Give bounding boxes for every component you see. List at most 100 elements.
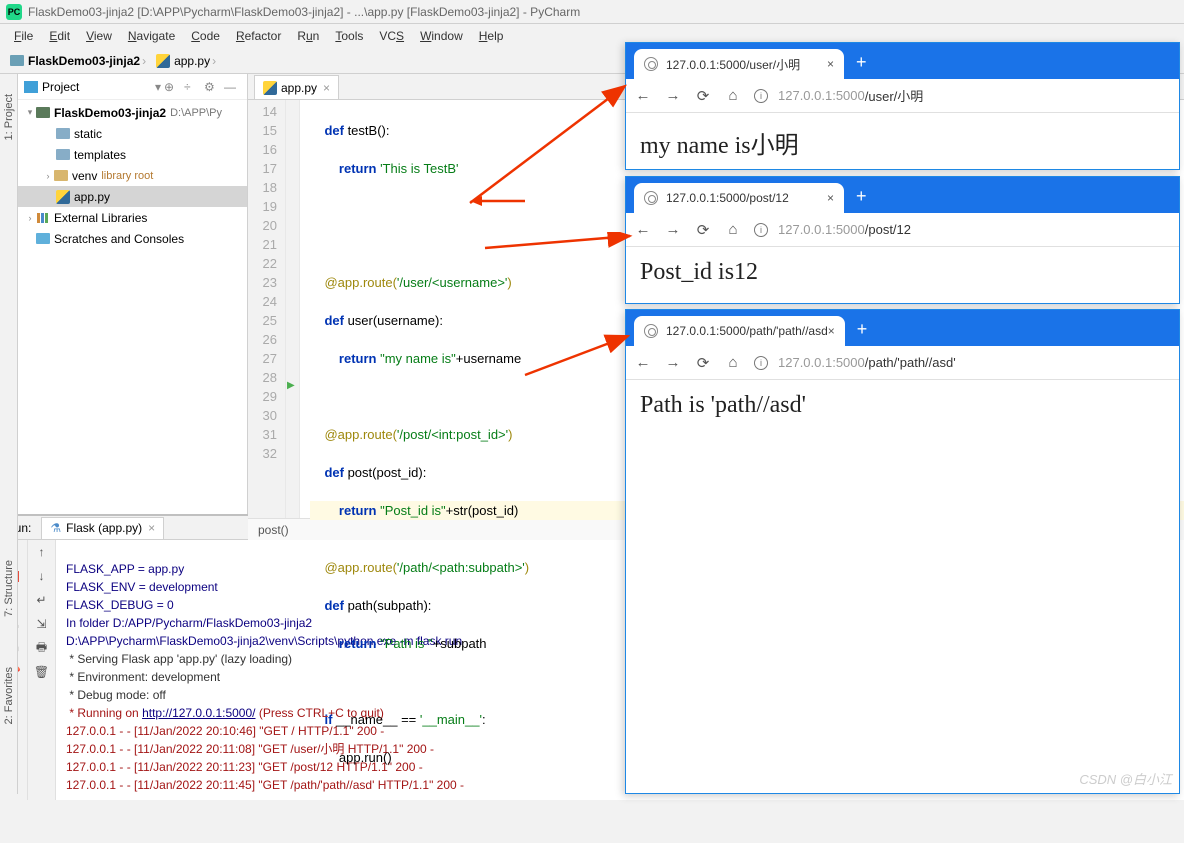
browser-tab[interactable]: 127.0.0.1:5000/post/12 × <box>634 183 844 213</box>
python-file-icon <box>156 54 170 68</box>
reload-icon[interactable]: ⟳ <box>694 87 712 105</box>
project-panel: Project ▾ ⊕ ÷ ⚙ — ▾ FlaskDemo03-jinja2 D… <box>18 74 248 514</box>
new-tab-button[interactable]: + <box>857 319 868 340</box>
breadcrumb-file[interactable]: app.py <box>152 53 222 69</box>
print-icon[interactable]: 🖶 <box>34 640 50 656</box>
home-icon[interactable]: ⌂ <box>724 221 742 238</box>
reload-icon[interactable]: ⟳ <box>694 354 712 372</box>
scroll-end-icon[interactable]: ⇲ <box>34 616 50 632</box>
sidebar-label-favorites[interactable]: 2: Favorites <box>3 667 15 724</box>
browser-tab[interactable]: 127.0.0.1:5000/path/'path//asd × <box>634 316 845 346</box>
browser-tabbar: 127.0.0.1:5000/post/12 × + <box>626 177 1179 213</box>
tree-label: app.py <box>74 190 110 204</box>
tree-item-app-py[interactable]: app.py <box>18 186 247 207</box>
project-tree[interactable]: ▾ FlaskDemo03-jinja2 D:\APP\Py static te… <box>18 100 247 251</box>
browser-tab[interactable]: 127.0.0.1:5000/user/小明 × <box>634 49 844 79</box>
tree-label: External Libraries <box>54 211 147 225</box>
tree-item-scratches[interactable]: Scratches and Consoles <box>18 228 247 249</box>
chevron-down-icon[interactable]: ▾ <box>155 80 161 94</box>
globe-icon <box>644 57 658 71</box>
down-icon[interactable]: ↓ <box>34 568 50 584</box>
expand-arrow-icon[interactable]: ▾ <box>24 107 36 118</box>
menu-view[interactable]: View <box>78 27 120 45</box>
browser-content: Path is 'path//asd' <box>626 380 1179 431</box>
tree-item-external[interactable]: › External Libraries <box>18 207 247 228</box>
left-toolwindow-bar[interactable]: 1: Project <box>0 74 18 514</box>
sidebar-label-project[interactable]: 1: Project <box>3 94 15 140</box>
up-icon[interactable]: ↑ <box>34 544 50 560</box>
address-bar[interactable]: i 127.0.0.1:5000/user/小明 <box>754 86 1171 105</box>
browser-tab-label: 127.0.0.1:5000/user/小明 <box>666 56 800 73</box>
menu-window[interactable]: Window <box>412 27 471 45</box>
menu-run[interactable]: Run <box>289 27 327 45</box>
breadcrumb-project-label: FlaskDemo03-jinja2 <box>28 54 140 68</box>
line-gutter: 141516 171819 202122 232425 262728 29303… <box>248 100 286 518</box>
collapse-icon[interactable]: ÷ <box>184 80 198 94</box>
home-icon[interactable]: ⌂ <box>724 354 742 371</box>
close-icon[interactable]: × <box>827 57 834 71</box>
site-info-icon[interactable]: i <box>754 89 768 103</box>
globe-icon <box>644 324 658 338</box>
browser-toolbar: ← → ⟳ ⌂ i 127.0.0.1:5000/path/'path//asd… <box>626 346 1179 380</box>
tree-item-venv[interactable]: › venv library root <box>18 165 247 186</box>
locate-icon[interactable]: ⊕ <box>164 80 178 94</box>
back-icon[interactable]: ← <box>634 221 652 238</box>
tree-item-templates[interactable]: templates <box>18 144 247 165</box>
address-bar[interactable]: i 127.0.0.1:5000/post/12 <box>754 222 1171 237</box>
breadcrumb-project[interactable]: FlaskDemo03-jinja2 <box>6 53 152 69</box>
tree-label: venv <box>72 169 97 183</box>
reload-icon[interactable]: ⟳ <box>694 221 712 239</box>
home-icon[interactable]: ⌂ <box>724 87 742 104</box>
browser-tab-label: 127.0.0.1:5000/post/12 <box>666 191 789 205</box>
browser-window-2: 127.0.0.1:5000/post/12 × + ← → ⟳ ⌂ i 127… <box>625 176 1180 304</box>
menu-vcs[interactable]: VCS <box>371 27 412 45</box>
run-gutter-icon[interactable]: ▶ <box>287 380 295 391</box>
editor-tab-app-py[interactable]: app.py × <box>254 75 339 99</box>
folder-icon <box>56 128 70 139</box>
project-view-title[interactable]: Project <box>42 80 152 94</box>
tree-item-static[interactable]: static <box>18 123 247 144</box>
left-toolwindow-bar-bottom[interactable]: 7: Structure 2: Favorites <box>0 510 18 794</box>
site-info-icon[interactable]: i <box>754 356 768 370</box>
browser-window-3: 127.0.0.1:5000/path/'path//asd × + ← → ⟳… <box>625 309 1180 794</box>
hide-icon[interactable]: — <box>224 80 238 94</box>
menu-refactor[interactable]: Refactor <box>228 27 289 45</box>
folder-icon <box>56 149 70 160</box>
menu-code[interactable]: Code <box>183 27 228 45</box>
tree-label: Scratches and Consoles <box>54 232 184 246</box>
fold-gutter[interactable] <box>286 100 300 518</box>
run-tab[interactable]: ⚗ Flask (app.py) × <box>41 517 164 539</box>
soft-wrap-icon[interactable]: ↵ <box>34 592 50 608</box>
sidebar-label-structure[interactable]: 7: Structure <box>3 560 15 617</box>
menu-edit[interactable]: Edit <box>41 27 78 45</box>
close-icon[interactable]: × <box>323 81 330 95</box>
new-tab-button[interactable]: + <box>856 52 867 73</box>
close-icon[interactable]: × <box>827 191 834 205</box>
back-icon[interactable]: ← <box>634 87 652 104</box>
menu-file[interactable]: File <box>6 27 41 45</box>
close-icon[interactable]: × <box>828 324 835 338</box>
back-icon[interactable]: ← <box>634 354 652 371</box>
gear-icon[interactable]: ⚙ <box>204 80 218 94</box>
browser-tabbar: 127.0.0.1:5000/path/'path//asd × + <box>626 310 1179 346</box>
globe-icon <box>644 191 658 205</box>
site-info-icon[interactable]: i <box>754 223 768 237</box>
expand-arrow-icon[interactable]: › <box>42 171 54 181</box>
browser-content: my name is小明 <box>626 113 1179 172</box>
forward-icon[interactable]: → <box>664 221 682 238</box>
titlebar: PC FlaskDemo03-jinja2 [D:\APP\Pycharm\Fl… <box>0 0 1184 24</box>
forward-icon[interactable]: → <box>664 87 682 104</box>
new-tab-button[interactable]: + <box>856 186 867 207</box>
forward-icon[interactable]: → <box>664 354 682 371</box>
menu-help[interactable]: Help <box>471 27 512 45</box>
tree-root[interactable]: ▾ FlaskDemo03-jinja2 D:\APP\Py <box>18 102 247 123</box>
expand-arrow-icon[interactable]: › <box>24 213 36 223</box>
address-bar[interactable]: i 127.0.0.1:5000/path/'path//asd' <box>754 355 1171 370</box>
tree-label: templates <box>74 148 126 162</box>
menu-navigate[interactable]: Navigate <box>120 27 183 45</box>
close-icon[interactable]: × <box>148 521 155 535</box>
browser-tabbar: 127.0.0.1:5000/user/小明 × + <box>626 43 1179 79</box>
trash-icon[interactable]: 🗑 <box>34 664 50 680</box>
menu-tools[interactable]: Tools <box>327 27 371 45</box>
breadcrumb-file-label: app.py <box>174 54 210 68</box>
